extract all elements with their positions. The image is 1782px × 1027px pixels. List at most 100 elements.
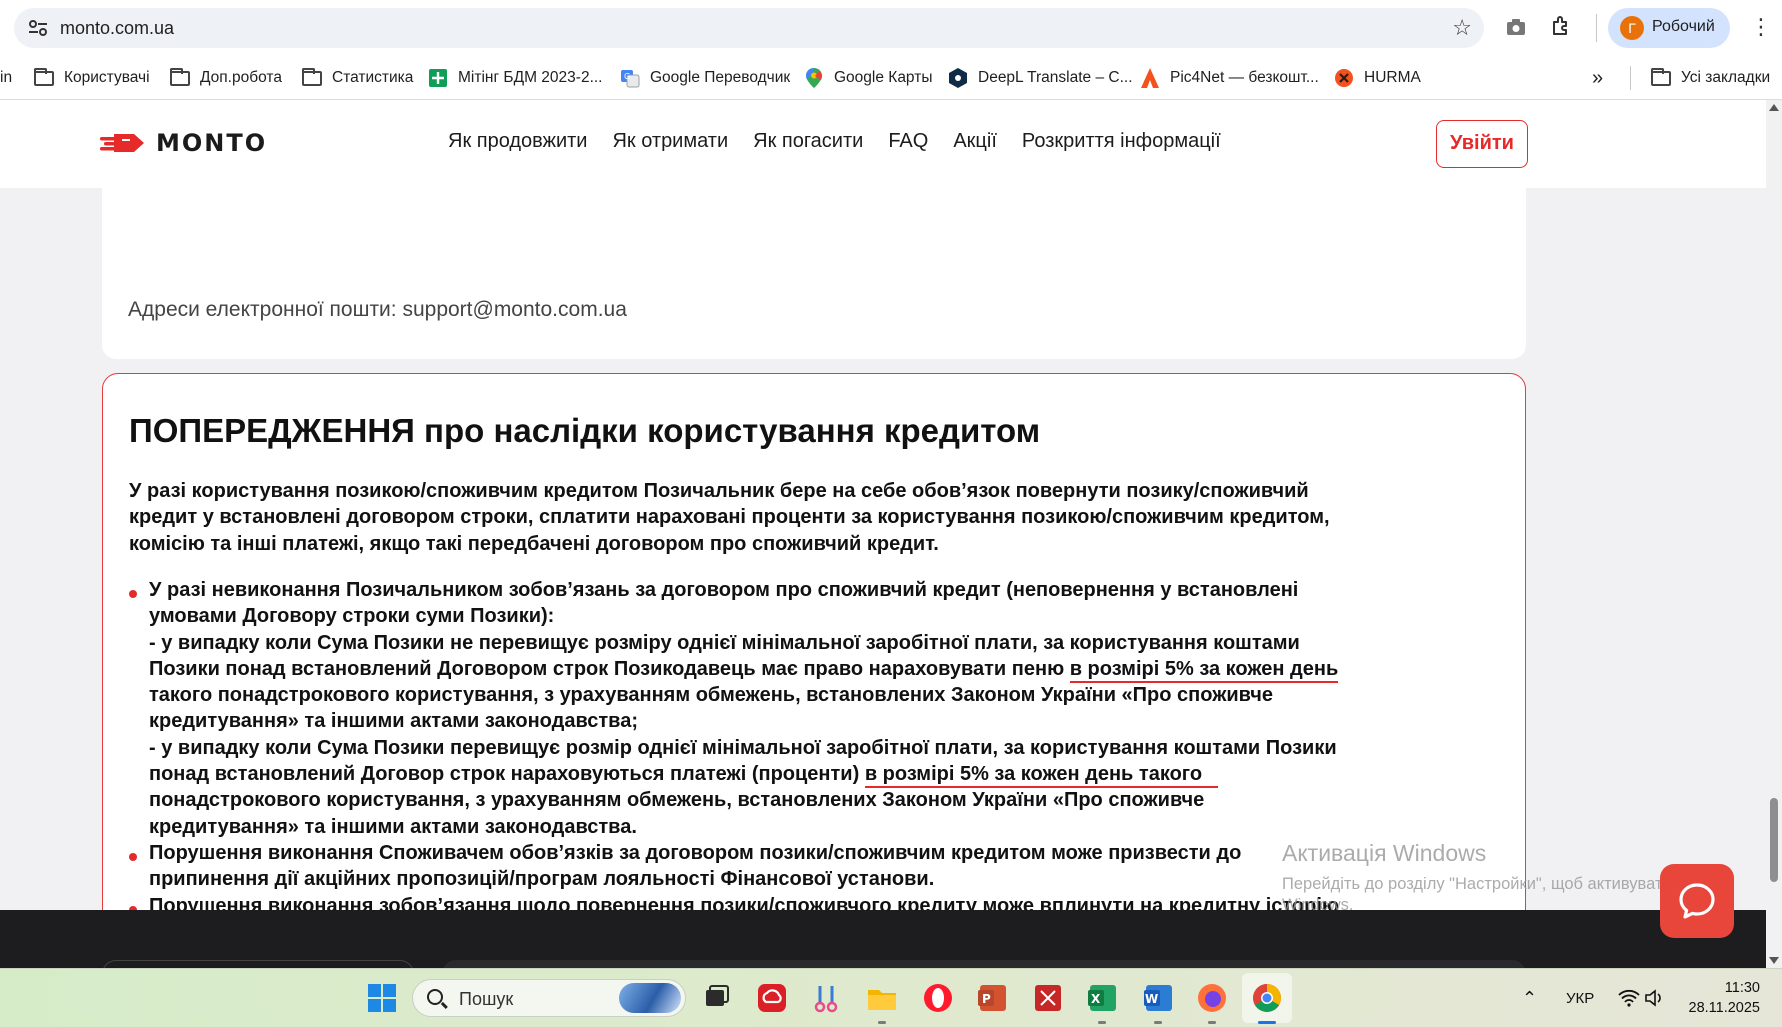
toolbar-divider [1596, 14, 1597, 42]
bookmark-google-translate[interactable]: G Google Переводчик [620, 56, 790, 100]
warning-title: ПОПЕРЕДЖЕННЯ про наслідки користування к… [129, 412, 1041, 449]
scroll-down-arrow-icon[interactable] [1769, 957, 1779, 964]
svg-text:W: W [1145, 992, 1158, 1006]
logo-text: MONTO [156, 129, 268, 157]
taskbar-search[interactable]: Пошук [412, 979, 686, 1017]
svg-text:P: P [982, 992, 991, 1006]
bookmark-label: HURMA [1364, 69, 1421, 86]
site-header: MONTO Як продовжити Як отримати Як погас… [0, 100, 1766, 188]
bookmark-label: Мітінг БДМ 2023-2... [458, 69, 603, 86]
pdf-reader-icon[interactable] [1032, 982, 1064, 1014]
warning-item-default: У разі невиконання Позичальником зобов’я… [129, 577, 1499, 840]
bookmark-label: Доп.робота [200, 69, 282, 86]
extensions-icon[interactable] [1550, 14, 1574, 38]
maps-icon [804, 68, 824, 88]
page-scrollbar[interactable] [1766, 100, 1782, 968]
nav-how-to-get[interactable]: Як отримати [612, 130, 728, 153]
contact-email-line: Адреси електронної пошти: support@monto.… [128, 298, 627, 321]
nav-disclosure[interactable]: Розкриття інформації [1022, 130, 1221, 153]
task-view-icon[interactable] [700, 982, 732, 1014]
language-indicator[interactable]: УКР [1566, 969, 1594, 1027]
tray-overflow-chevron-icon[interactable]: ⌃ [1522, 969, 1537, 1027]
profile-button[interactable]: Г Робочий [1608, 8, 1730, 48]
clock-date: 28.11.2025 [1688, 1000, 1761, 1016]
chrome-icon[interactable] [1251, 982, 1283, 1014]
browser-toolbar: monto.com.ua ☆ Г Робочий ⋮ [0, 0, 1782, 56]
nav-promotions[interactable]: Акції [953, 130, 997, 153]
login-button[interactable]: Увійти [1436, 120, 1528, 168]
page-viewport: Адреси електронної пошти: support@monto.… [0, 100, 1766, 968]
chevron-double-right-icon: » [1592, 66, 1604, 89]
bookmark-label: Pic4Net — безкошт... [1170, 69, 1319, 86]
bookmark-folder-users[interactable]: Користувачі [34, 56, 150, 100]
bookmark-label: Google Переводчик [650, 69, 791, 86]
chat-button[interactable] [1660, 864, 1734, 938]
site-info-icon[interactable] [28, 19, 48, 37]
active-indicator [1258, 1021, 1276, 1024]
nav-how-to-repay[interactable]: Як погасити [753, 130, 863, 153]
browser-menu-icon[interactable]: ⋮ [1750, 14, 1772, 40]
bookmark-meeting-sheet[interactable]: Мітінг БДМ 2023-2... [428, 56, 603, 100]
word-icon[interactable]: W [1142, 982, 1174, 1014]
excel-icon[interactable]: X [1086, 982, 1118, 1014]
bookmark-label: Усі закладки [1681, 69, 1771, 86]
watermark-text: Перейдіть до розділу "Настройки", щоб ак… [1282, 875, 1672, 893]
bookmark-hurma[interactable]: HURMA [1334, 56, 1421, 100]
watermark-title: Активація Windows [1282, 840, 1487, 866]
scroll-up-arrow-icon[interactable] [1769, 104, 1779, 111]
windows-activation-watermark: Активація Windows Перейдіть до розділу "… [1282, 840, 1672, 915]
nav-faq[interactable]: FAQ [888, 130, 928, 153]
wifi-icon[interactable] [1618, 989, 1640, 1007]
more-bookmarks-button[interactable]: » [1592, 56, 1603, 100]
opera-icon[interactable] [922, 982, 954, 1014]
chat-bubble-icon [1679, 883, 1715, 919]
bookmark-deepl[interactable]: DeepL Translate – С... [948, 56, 1133, 100]
all-bookmarks-button[interactable]: Усі закладки [1630, 66, 1770, 90]
item-line: кредитування» та іншими актами законодав… [149, 815, 637, 838]
search-icon [427, 989, 443, 1005]
scroll-thumb[interactable] [1770, 798, 1778, 882]
nav-how-to-extend[interactable]: Як продовжити [448, 130, 587, 153]
item-text: понад встановлений Договор строк нарахов… [149, 763, 865, 786]
clock-time: 11:30 [1724, 980, 1760, 996]
windows-start-icon[interactable] [366, 982, 398, 1014]
running-indicator [1154, 1021, 1162, 1024]
bookmark-folder-statistics[interactable]: Статистика [302, 56, 413, 100]
running-indicator [1208, 1021, 1216, 1024]
red-underlined-text: в розмірі 5% за кожен день [1069, 657, 1339, 683]
address-bar[interactable]: monto.com.ua ☆ [14, 8, 1484, 48]
monto-logo-icon [100, 134, 144, 152]
search-highlight-image [619, 983, 681, 1013]
intro-line: кредит у встановлені договором строки, с… [129, 506, 1330, 529]
profile-avatar: Г [1620, 16, 1644, 40]
windows-taskbar: Пошук P X W ⌃ УКР 11:30 28.11.2025 [0, 968, 1782, 1027]
folder-icon [34, 67, 54, 87]
site-footer [0, 910, 1766, 968]
deepl-icon [948, 68, 968, 88]
file-explorer-icon[interactable] [866, 982, 898, 1014]
svg-text:X: X [1091, 992, 1101, 1006]
site-logo[interactable]: MONTO [100, 128, 267, 158]
bookmarks-bar: in Користувачі Доп.робота Статистика Міт… [0, 56, 1782, 100]
url-text[interactable]: monto.com.ua [60, 18, 174, 39]
contact-card: Адреси електронної пошти: support@monto.… [102, 188, 1526, 359]
sheets-icon [428, 69, 448, 87]
bookmark-partial[interactable]: in [0, 56, 12, 100]
camera-icon[interactable] [1505, 16, 1527, 38]
main-nav: Як продовжити Як отримати Як погасити FA… [448, 130, 1246, 153]
item-line: У разі невиконання Позичальником зобов’я… [149, 579, 1299, 601]
item-line: такого понадстрокового користування, з у… [149, 684, 1273, 707]
volume-icon[interactable] [1644, 989, 1664, 1007]
creative-cloud-icon[interactable] [756, 982, 788, 1014]
system-clock[interactable]: 11:30 28.11.2025 [1680, 978, 1761, 1018]
firefox-icon[interactable] [1196, 982, 1228, 1014]
bookmark-star-icon[interactable]: ☆ [1452, 16, 1472, 40]
pic4net-icon [1140, 68, 1160, 88]
warning-intro: У разі користування позикою/споживчим кр… [129, 478, 1469, 557]
bookmark-pic4net[interactable]: Pic4Net — безкошт... [1140, 56, 1319, 100]
snipping-tool-icon[interactable] [812, 982, 844, 1014]
bookmark-folder-extra-work[interactable]: Доп.робота [170, 56, 282, 100]
folder-icon [170, 67, 190, 87]
powerpoint-icon[interactable]: P [976, 982, 1008, 1014]
bookmark-google-maps[interactable]: Google Карты [804, 56, 932, 100]
